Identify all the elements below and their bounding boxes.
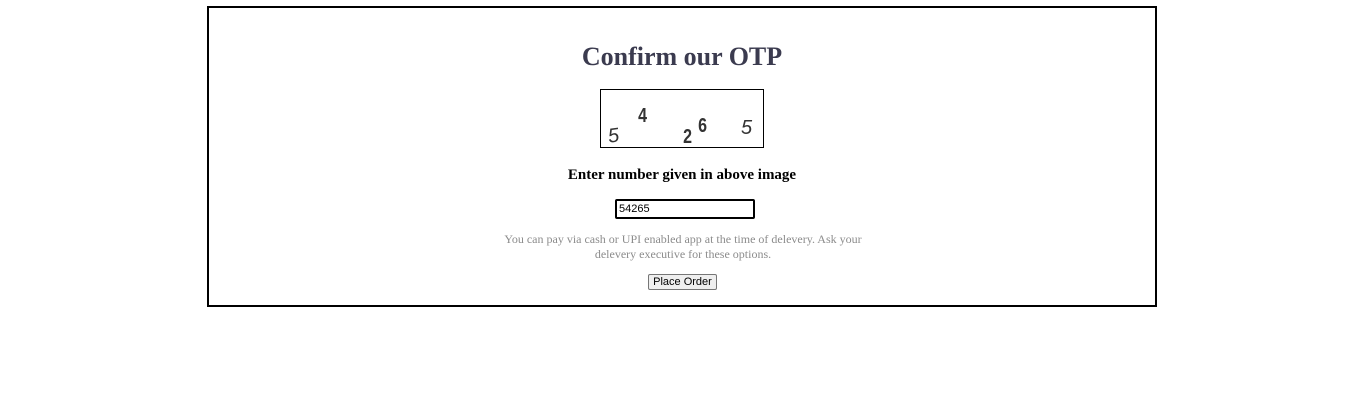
otp-panel: Confirm our OTP 5 4 2 6 5 Enter number g… bbox=[207, 6, 1157, 307]
captcha-digit: 2 bbox=[683, 126, 693, 148]
otp-input[interactable] bbox=[615, 199, 755, 219]
captcha-digit: 5 bbox=[741, 117, 753, 139]
page-title: Confirm our OTP bbox=[581, 42, 783, 71]
captcha-digit: 6 bbox=[698, 115, 708, 137]
captcha-digit: 5 bbox=[606, 124, 621, 148]
payment-note: You can pay via cash or UPI enabled app … bbox=[504, 232, 862, 261]
captcha-image: 5 4 2 6 5 bbox=[600, 89, 764, 148]
place-order-button[interactable]: Place Order bbox=[648, 274, 717, 290]
captcha-prompt: Enter number given in above image bbox=[567, 167, 797, 183]
captcha-digit: 4 bbox=[638, 105, 648, 127]
